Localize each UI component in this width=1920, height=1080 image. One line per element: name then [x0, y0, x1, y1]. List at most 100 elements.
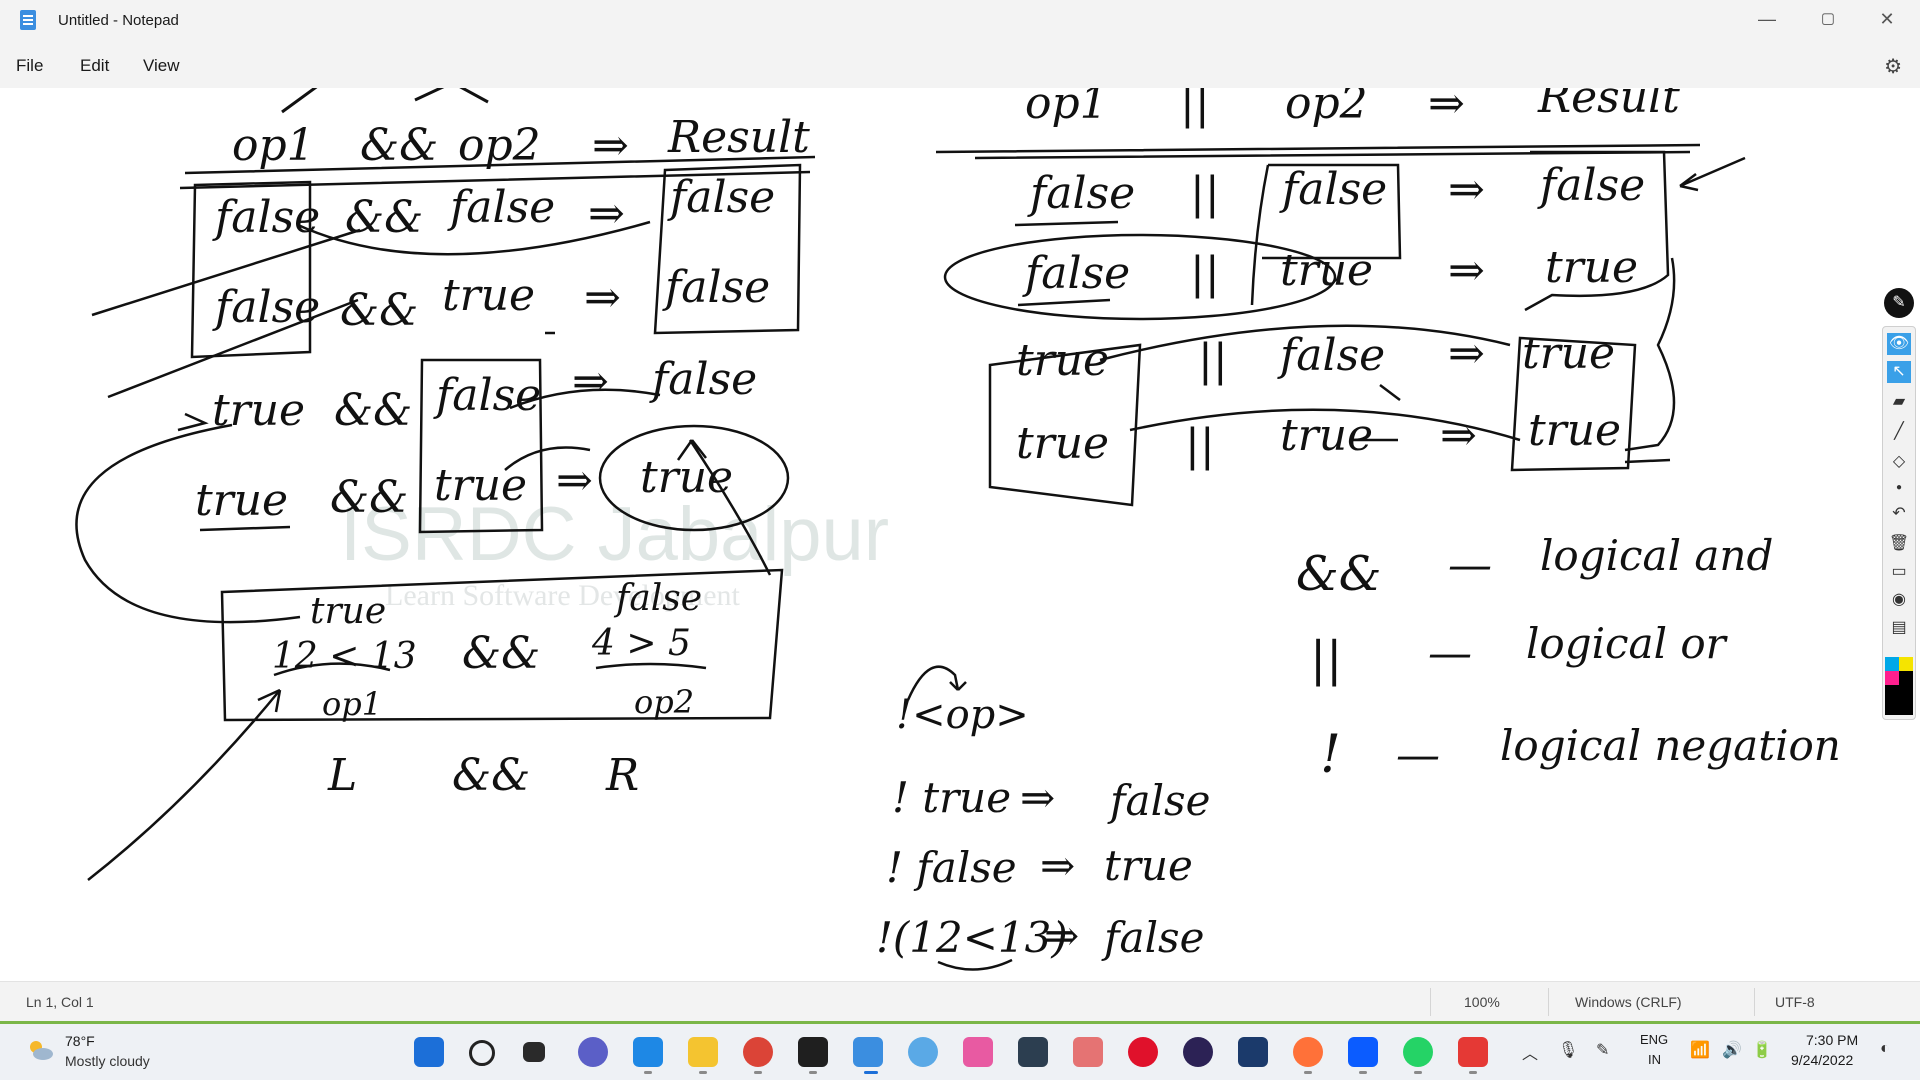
clock-date[interactable]: 9/24/2022 [1791, 1052, 1853, 1068]
minimize-button[interactable]: — [1744, 0, 1790, 38]
notepad-icon[interactable] [853, 1037, 883, 1067]
search-icon[interactable] [469, 1040, 495, 1066]
cursor-position: Ln 1, Col 1 [26, 994, 94, 1010]
and-row3-result: false [649, 354, 757, 405]
pen-tool-toggle-icon[interactable]: ✎ [1884, 288, 1914, 318]
volume-icon[interactable]: 🔊 [1722, 1040, 1742, 1060]
status-bar: Ln 1, Col 1 100% Windows (CRLF) UTF-8 [0, 981, 1920, 1022]
color-cyan-swatch[interactable] [1885, 657, 1899, 671]
dot-icon[interactable]: ● [1887, 477, 1911, 499]
or-row4-op: || [1185, 420, 1215, 471]
example-right-value: false [613, 578, 702, 619]
webex-icon[interactable] [1348, 1037, 1378, 1067]
start-icon[interactable] [414, 1037, 444, 1067]
chat-icon[interactable] [578, 1037, 608, 1067]
or-row3-result: true [1522, 328, 1615, 379]
trash-icon[interactable]: 🗑 [1887, 533, 1911, 555]
or-row1-result: false [1537, 160, 1645, 211]
eclipse-icon[interactable] [1183, 1037, 1213, 1067]
or-row4-result: true [1528, 405, 1621, 456]
and-row4-op2: true [434, 460, 527, 511]
example-right-label: op2 [634, 683, 694, 721]
and-header-op1: op1 [232, 120, 315, 171]
or-header-arrow: ⇒ [1428, 88, 1465, 129]
and-row2-op1: false [212, 282, 320, 333]
menu-view[interactable]: View [143, 56, 180, 76]
close-button[interactable]: ✕ [1864, 0, 1910, 38]
recorder-icon[interactable] [1458, 1037, 1488, 1067]
region-indicator[interactable]: IN [1648, 1052, 1661, 1067]
battery-icon[interactable]: 🔋 [1752, 1040, 1772, 1060]
whatsapp-icon[interactable] [1403, 1037, 1433, 1067]
negation-line1-arrow: ⇒ [1020, 773, 1055, 822]
negation-line3-result: false [1101, 913, 1204, 962]
gear-icon[interactable]: ⚙ [1884, 54, 1902, 79]
eraser-app-icon[interactable] [1073, 1037, 1103, 1067]
running-indicator [754, 1071, 762, 1074]
notification-icon[interactable]: ◐ [1880, 1040, 1890, 1058]
and-row2-op: && [340, 285, 418, 336]
weather-temperature[interactable]: 78°F [65, 1033, 95, 1049]
cursor-icon[interactable]: ↖ [1887, 361, 1911, 383]
or-row3-op2: false [1277, 330, 1385, 381]
operands-arrows [281, 88, 489, 114]
color-black-swatch[interactable] [1899, 671, 1913, 685]
legend-or-symbol: || [1310, 631, 1342, 687]
pen-app-icon[interactable] [963, 1037, 993, 1067]
file-explorer-icon[interactable] [688, 1037, 718, 1067]
and-header-result: Result [667, 112, 810, 163]
or-row4-op1: true [1016, 418, 1109, 469]
opera-icon[interactable] [1128, 1037, 1158, 1067]
menu-file[interactable]: File [16, 56, 43, 76]
pen-icon[interactable]: ╱ [1887, 421, 1911, 443]
example-left-value: true [310, 591, 386, 632]
eraser-icon[interactable]: ◇ [1887, 451, 1911, 473]
legend-not-meaning: logical negation [1500, 721, 1841, 770]
vscode-icon[interactable] [633, 1037, 663, 1067]
app-logo-icon[interactable] [1238, 1037, 1268, 1067]
or-row2-op1: false [1022, 248, 1130, 299]
negation-line2-result: true [1104, 841, 1193, 890]
legend-and-dash: — [1448, 540, 1492, 591]
and-row3-op: && [334, 385, 412, 436]
maximize-button[interactable]: ▢ [1805, 0, 1851, 38]
and-row2-arrow: ⇒ [584, 272, 621, 323]
color-yellow-swatch[interactable] [1899, 657, 1913, 671]
status-divider [1548, 988, 1549, 1016]
or-row1-arrow: ⇒ [1448, 164, 1485, 215]
weather-condition[interactable]: Mostly cloudy [65, 1053, 150, 1069]
running-indicator [1469, 1071, 1477, 1074]
drawing-canvas[interactable]: ISRDC Jabalpur Learn Software Developmen… [0, 88, 1920, 981]
and-header-op: && [360, 120, 438, 171]
chrome-icon[interactable] [743, 1037, 773, 1067]
running-indicator [1359, 1071, 1367, 1074]
highlighter-icon[interactable]: ▰ [1887, 391, 1911, 413]
microphone-icon[interactable]: 🎙 [1558, 1040, 1578, 1060]
status-divider [1754, 988, 1755, 1016]
task-view-icon[interactable] [523, 1042, 545, 1062]
menu-edit[interactable]: Edit [80, 56, 109, 76]
undo-icon[interactable]: ↶ [1887, 503, 1911, 525]
paint-icon[interactable] [908, 1037, 938, 1067]
language-indicator[interactable]: ENG [1640, 1032, 1668, 1047]
or-header-op: || [1180, 88, 1210, 129]
wifi-icon[interactable]: 📶 [1690, 1040, 1710, 1060]
chevron-up-icon[interactable]: ︿ [1522, 1040, 1538, 1064]
board-icon[interactable]: ▭ [1887, 561, 1911, 583]
negation-line1-expr: ! true [892, 773, 1011, 822]
firefox-icon[interactable] [1293, 1037, 1323, 1067]
camera-icon[interactable]: ◉ [1887, 589, 1911, 611]
example-bottom-right: R [605, 750, 639, 801]
eye-icon[interactable]: 👁 [1887, 333, 1911, 355]
pen-tray-icon[interactable]: ✎ [1596, 1040, 1609, 1060]
mysql-icon[interactable] [1018, 1037, 1048, 1067]
terminal-icon[interactable] [798, 1037, 828, 1067]
or-header-result: Result [1537, 88, 1680, 123]
clock-time[interactable]: 7:30 PM [1806, 1032, 1858, 1048]
encoding: UTF-8 [1775, 994, 1815, 1010]
and-row1-op2: false [447, 182, 555, 233]
ink-layer: ISRDC Jabalpur Learn Software Developmen… [75, 88, 1841, 971]
clipboard-icon[interactable]: ▤ [1887, 617, 1911, 639]
color-current-swatch[interactable] [1885, 685, 1913, 715]
color-magenta-swatch[interactable] [1885, 671, 1899, 685]
